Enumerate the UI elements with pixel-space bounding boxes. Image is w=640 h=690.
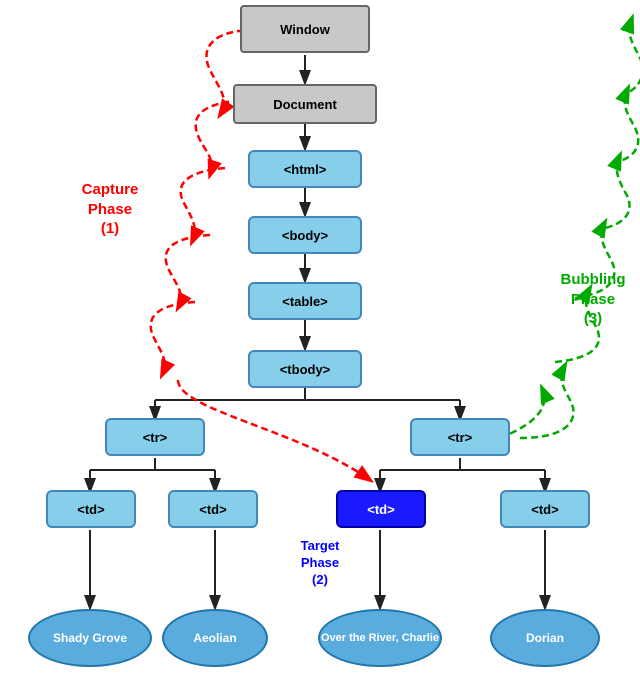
node-window: Window [240, 5, 370, 53]
node-window-label: Window [280, 22, 330, 37]
node-tr-right: <tr> [410, 418, 510, 456]
target-phase-label: TargetPhase(2) [280, 538, 360, 589]
ellipse-over-river: Over the River, Charlie [318, 609, 442, 667]
node-td-rl-label: <td> [367, 502, 394, 517]
node-td-rr-label: <td> [531, 502, 558, 517]
node-body: <body> [248, 216, 362, 254]
node-td-ll-label: <td> [77, 502, 104, 517]
bubbling-phase-label: BubblingPhase(3) [548, 270, 638, 329]
node-html-label: <html> [284, 162, 327, 177]
node-tr-right-label: <tr> [448, 430, 473, 445]
ellipse-dorian-label: Dorian [526, 631, 564, 645]
node-document: Document [233, 84, 377, 124]
node-body-label: <body> [282, 228, 328, 243]
ellipse-over-label: Over the River, Charlie [321, 632, 439, 644]
node-td-lr: <td> [168, 490, 258, 528]
ellipse-shady-grove: Shady Grove [28, 609, 152, 667]
diagram: Window Document <html> <body> <table> <t… [0, 0, 640, 690]
ellipse-aeolian: Aeolian [162, 609, 268, 667]
node-tbody-label: <tbody> [280, 362, 331, 377]
node-tbody: <tbody> [248, 350, 362, 388]
node-td-rl-target: <td> [336, 490, 426, 528]
node-td-ll: <td> [46, 490, 136, 528]
ellipse-aeolian-label: Aeolian [193, 631, 236, 645]
node-tr-left-label: <tr> [143, 430, 168, 445]
node-table-label: <table> [282, 294, 328, 309]
node-tr-left: <tr> [105, 418, 205, 456]
node-td-rr: <td> [500, 490, 590, 528]
ellipse-dorian: Dorian [490, 609, 600, 667]
capture-phase-label: CapturePhase(1) [60, 180, 160, 239]
node-document-label: Document [273, 97, 337, 112]
ellipse-shady-label: Shady Grove [53, 631, 127, 645]
node-table: <table> [248, 282, 362, 320]
node-html: <html> [248, 150, 362, 188]
node-td-lr-label: <td> [199, 502, 226, 517]
